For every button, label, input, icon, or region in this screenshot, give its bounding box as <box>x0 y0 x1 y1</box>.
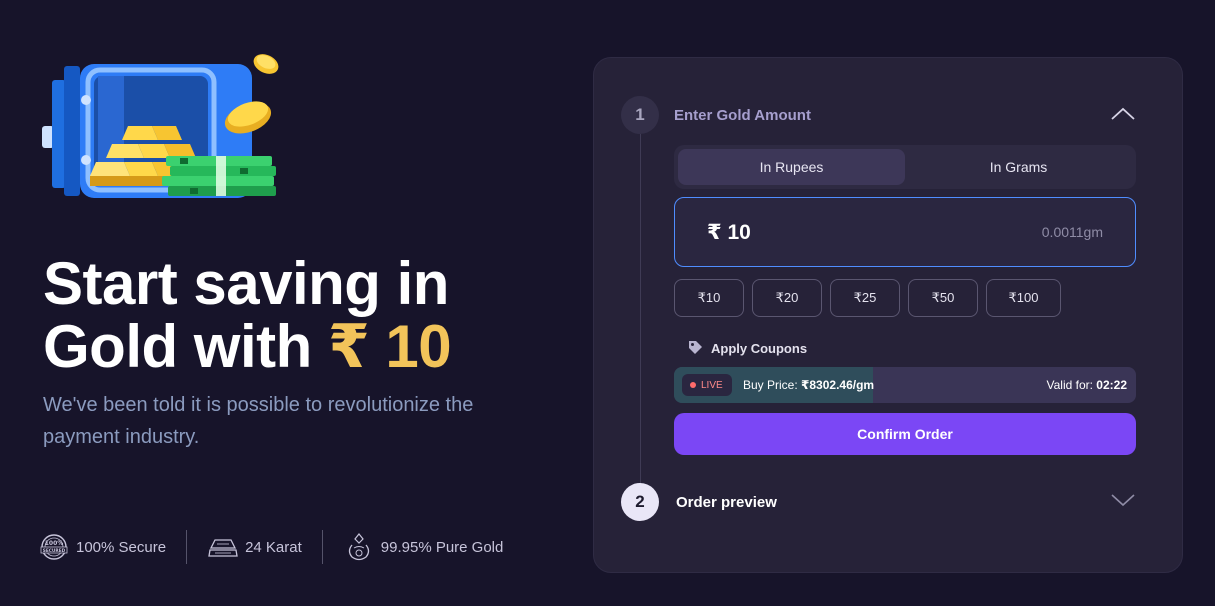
svg-text:100%: 100% <box>45 540 64 547</box>
feature-purity-label: 99.95% Pure Gold <box>380 538 504 556</box>
confirm-order-button[interactable]: Confirm Order <box>674 413 1136 455</box>
live-price-bar: LIVE Buy Price: ₹8302.46/gm Valid for: 0… <box>674 367 1136 403</box>
quick-amount-10[interactable]: ₹10 <box>674 279 744 317</box>
hero-title: Start saving in Gold with ₹ 10 <box>43 250 452 380</box>
step1-title[interactable]: Enter Gold Amount <box>674 107 811 124</box>
buy-price-value: ₹8302.46/gm <box>801 378 875 392</box>
amount-input[interactable]: ₹ 10 0.0011gm <box>674 197 1136 267</box>
gold-vault-illustration <box>40 48 285 208</box>
hero-title-line1: Start saving in <box>43 250 449 317</box>
chevron-up-icon[interactable] <box>1109 106 1137 122</box>
secured-badge-icon: 100% SECURED <box>38 531 70 563</box>
step1-number: 1 <box>621 96 659 134</box>
hero-title-amount: ₹ 10 <box>327 313 452 380</box>
toggle-in-grams[interactable]: In Grams <box>905 149 1132 185</box>
apply-coupons-link[interactable]: Apply Coupons <box>686 339 807 357</box>
live-badge-label: LIVE <box>701 379 723 391</box>
quick-amount-50[interactable]: ₹50 <box>908 279 978 317</box>
step2-title[interactable]: Order preview <box>676 494 777 511</box>
step2-number: 2 <box>621 483 659 521</box>
live-dot-icon <box>690 382 696 388</box>
buy-price: Buy Price: ₹8302.46/gm <box>743 378 874 392</box>
diamond-ring-icon <box>343 531 375 563</box>
buy-price-label: Buy Price: <box>743 378 798 392</box>
unit-toggle: In Rupees In Grams <box>674 145 1136 189</box>
hero-subtitle: We've been told it is possible to revolu… <box>43 394 474 448</box>
feature-list: 100% SECURED 100% Secure 24 Karat 99.95%… <box>38 530 523 564</box>
feature-secure-label: 100% Secure <box>76 538 167 556</box>
feature-karat: 24 Karat <box>186 530 322 564</box>
hero-title-line2: Gold with ₹ 10 <box>43 313 452 380</box>
quick-amount-100[interactable]: ₹100 <box>986 279 1061 317</box>
apply-coupons-label: Apply Coupons <box>711 340 808 356</box>
amount-value: ₹ 10 <box>707 220 751 244</box>
live-badge: LIVE <box>682 374 732 396</box>
quick-amount-25[interactable]: ₹25 <box>830 279 900 317</box>
svg-text:SECURED: SECURED <box>43 548 66 554</box>
quick-amount-chips: ₹10 ₹20 ₹25 ₹50 ₹100 <box>674 279 1061 317</box>
gold-bar-icon <box>207 531 239 563</box>
valid-for-value: 02:22 <box>1096 378 1127 392</box>
tag-icon <box>686 339 704 357</box>
amount-grams-equivalent: 0.0011gm <box>1041 224 1103 240</box>
feature-secure: 100% SECURED 100% Secure <box>38 530 186 564</box>
buy-gold-card: 1 Enter Gold Amount In Rupees In Grams ₹… <box>593 57 1183 573</box>
valid-for-label: Valid for: <box>1046 378 1093 392</box>
chevron-down-icon[interactable] <box>1109 492 1137 508</box>
feature-purity: 99.95% Pure Gold <box>321 530 524 564</box>
toggle-in-rupees[interactable]: In Rupees <box>678 149 905 185</box>
step-connector-line <box>640 134 641 512</box>
valid-for-timer: Valid for: 02:22 <box>1046 378 1127 392</box>
feature-karat-label: 24 Karat <box>245 538 302 556</box>
quick-amount-20[interactable]: ₹20 <box>752 279 822 317</box>
hero-title-prefix: Gold with <box>43 313 328 380</box>
